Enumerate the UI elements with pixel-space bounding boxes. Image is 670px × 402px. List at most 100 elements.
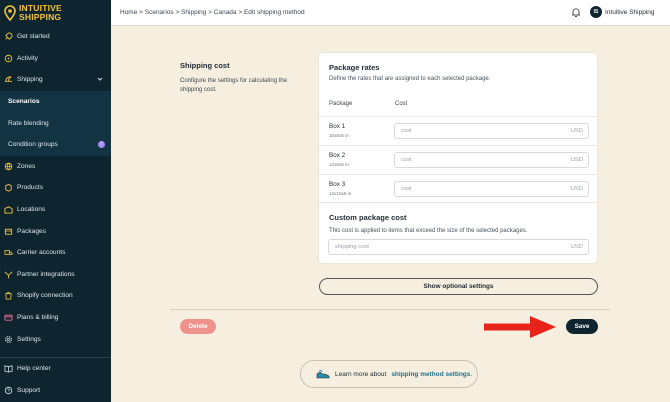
sidebar: INTUITIVE SHIPPING Get started Activity …: [0, 0, 111, 402]
custom-package-cost-description: This cost is applied to items that excee…: [329, 228, 528, 234]
box-1-cost-input[interactable]: cost USD: [394, 123, 589, 139]
billing-icon: [4, 313, 13, 322]
divider: [170, 309, 610, 310]
sidebar-nav: Get started Activity Shipping Scenarios …: [0, 26, 111, 350]
package-name: Box 3: [329, 181, 346, 188]
sidebar-item-label: Help center: [17, 365, 51, 373]
box-2-cost-input[interactable]: cost USD: [394, 152, 589, 168]
input-placeholder: shipping cost: [335, 244, 369, 250]
products-icon: [4, 183, 13, 193]
sidebar-item-help-center[interactable]: Help center: [0, 358, 111, 380]
sidebar-bottom: Help center Support: [0, 357, 111, 401]
sidebar-item-shipping[interactable]: Shipping: [0, 69, 111, 91]
learn-more-text: Learn more about: [335, 370, 387, 378]
breadcrumb[interactable]: Home > Scenarios > Shipping > Canada > E…: [120, 9, 305, 16]
package-name: Box 2: [329, 152, 346, 159]
brand-logo[interactable]: INTUITIVE SHIPPING: [0, 0, 111, 26]
shoe-illustration-icon: [316, 369, 330, 379]
packages-icon: [4, 227, 13, 236]
sidebar-item-activity[interactable]: Activity: [0, 48, 111, 70]
user-name[interactable]: Intuitive Shipping: [605, 9, 655, 16]
rocket-icon: [4, 32, 13, 41]
sidebar-item-plans-billing[interactable]: Plans & billing: [0, 307, 111, 329]
sidebar-item-label: Locations: [17, 206, 46, 214]
save-button[interactable]: Save: [566, 319, 598, 334]
table-row: Box 3 12x10x8 in cost USD: [319, 174, 597, 203]
book-icon: [4, 364, 13, 373]
sidebar-item-packages[interactable]: Packages: [0, 220, 111, 242]
sidebar-item-scenarios[interactable]: Scenarios: [0, 91, 111, 113]
shipping-icon: [4, 75, 13, 84]
delete-button[interactable]: Delete: [180, 319, 216, 334]
package-dimensions: 12x8x5 in: [329, 162, 349, 167]
sidebar-item-label: Settings: [17, 335, 41, 343]
currency-unit: USD: [570, 244, 583, 250]
learn-more-banner[interactable]: Learn more about shipping method setting…: [300, 360, 478, 388]
integrations-icon: [4, 270, 13, 279]
currency-unit: USD: [570, 128, 583, 134]
sidebar-item-zones[interactable]: Zones: [0, 156, 111, 178]
package-dimensions: 12x10x8 in: [329, 191, 352, 196]
package-name: Box 1: [329, 123, 346, 130]
table-row: Box 1 10x8x5 in cost USD: [319, 116, 597, 145]
input-placeholder: cost: [401, 186, 412, 192]
brand-line-2: SHIPPING: [19, 12, 62, 22]
bell-icon[interactable]: [571, 7, 581, 18]
show-optional-settings-button[interactable]: Show optional settings: [319, 278, 598, 295]
shipping-method-settings-link[interactable]: shipping method settings: [391, 371, 470, 378]
sidebar-item-support[interactable]: Support: [0, 380, 111, 402]
column-header-cost: Cost: [395, 101, 408, 107]
input-placeholder: cost: [401, 128, 412, 134]
currency-unit: USD: [570, 186, 583, 192]
shipping-submenu: Scenarios Rate blending Condition groups…: [0, 90, 111, 156]
sidebar-item-partner-integrations[interactable]: Partner integrations: [0, 264, 111, 286]
sidebar-item-label: Scenarios: [8, 98, 40, 106]
shopify-icon: [4, 291, 13, 300]
column-header-package: Package: [329, 101, 353, 107]
sidebar-item-settings[interactable]: Settings: [0, 328, 111, 350]
sidebar-item-label: Shipping: [17, 76, 43, 84]
section-title: Shipping cost: [180, 61, 230, 70]
info-badge: i: [98, 140, 105, 148]
sidebar-item-rate-blending[interactable]: Rate blending: [0, 112, 111, 134]
sidebar-item-label: Packages: [17, 227, 46, 235]
sidebar-item-label: Rate blending: [8, 119, 49, 127]
input-placeholder: cost: [401, 157, 412, 163]
custom-shipping-cost-input[interactable]: shipping cost USD: [328, 239, 589, 255]
sidebar-item-get-started[interactable]: Get started: [0, 26, 111, 48]
section-description: Configure the settings for calculating t…: [180, 78, 288, 93]
sidebar-item-condition-groups[interactable]: Condition groups i: [0, 134, 111, 156]
support-icon: [4, 386, 13, 395]
package-rates-card: Package rates Define the rates that are …: [318, 52, 598, 264]
zones-icon: [4, 162, 13, 171]
locations-icon: [4, 205, 13, 214]
sidebar-item-label: Condition groups: [8, 141, 58, 149]
sidebar-item-label: Get started: [17, 33, 50, 41]
sidebar-item-label: Plans & billing: [17, 314, 59, 322]
red-arrow-annotation-icon: [484, 316, 556, 338]
carrier-icon: [4, 248, 13, 257]
sidebar-item-label: Activity: [17, 54, 38, 62]
sidebar-item-label: Shopify connection: [17, 292, 73, 300]
activity-icon: [4, 54, 13, 63]
top-bar: Home > Scenarios > Shipping > Canada > E…: [111, 0, 670, 26]
sidebar-item-label: Carrier accounts: [17, 249, 66, 257]
sidebar-item-label: Zones: [17, 162, 36, 170]
sidebar-item-label: Partner integrations: [17, 270, 75, 278]
gear-icon: [4, 335, 13, 344]
pin-logo-icon: [4, 5, 16, 21]
package-rates-description: Define the rates that are assigned to ea…: [329, 76, 491, 82]
chevron-down-icon[interactable]: [97, 76, 103, 82]
sidebar-item-label: Products: [17, 184, 44, 192]
sidebar-item-shopify-connection[interactable]: Shopify connection: [0, 285, 111, 307]
custom-package-cost-title: Custom package cost: [329, 213, 407, 222]
brand-name: INTUITIVE SHIPPING: [19, 4, 62, 22]
sidebar-item-carrier-accounts[interactable]: Carrier accounts: [0, 242, 111, 264]
currency-unit: USD: [570, 157, 583, 163]
learn-more-suffix: .: [470, 370, 473, 378]
box-3-cost-input[interactable]: cost USD: [394, 181, 589, 197]
avatar[interactable]: IS: [590, 6, 602, 18]
sidebar-item-products[interactable]: Products: [0, 177, 111, 199]
sidebar-item-locations[interactable]: Locations: [0, 199, 111, 221]
package-rates-title: Package rates: [329, 63, 380, 72]
